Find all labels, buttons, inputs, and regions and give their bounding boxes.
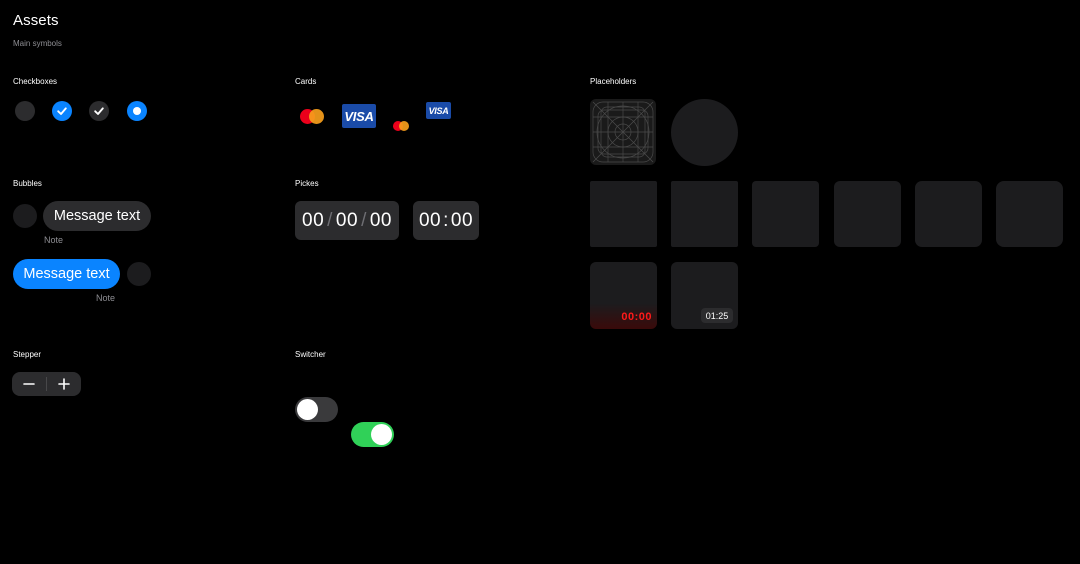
switch-off[interactable] (295, 397, 338, 422)
checkmark-icon (94, 107, 104, 115)
message-bubble-outgoing[interactable]: Message text (13, 259, 120, 289)
avatar-incoming (13, 204, 37, 228)
checkbox-checked-dark[interactable] (89, 101, 109, 121)
message-note-outgoing: Note (96, 293, 116, 303)
checkmark-icon (57, 107, 67, 115)
section-label-cards: Cards (295, 77, 317, 86)
switch-on[interactable] (351, 422, 394, 447)
message-bubble-incoming[interactable]: Message text (43, 201, 151, 231)
checkbox-unchecked[interactable] (15, 101, 35, 121)
time-picker[interactable]: 00 : 00 (413, 201, 479, 240)
video-placeholder: 01:25 (671, 262, 738, 329)
minus-icon (23, 383, 35, 385)
section-label-stepper: Stepper (13, 350, 42, 359)
date-picker-minutes: 00 (335, 209, 359, 231)
app-icon-grid-icon (592, 101, 654, 163)
mastercard-icon-large (300, 109, 324, 124)
section-label-pickers: Pickes (295, 179, 319, 188)
switch-knob (371, 424, 392, 445)
placeholder-square-4 (834, 181, 901, 247)
mastercard-icon-small (393, 121, 409, 131)
stepper (12, 372, 81, 396)
date-picker-hours: 00 (302, 209, 325, 231)
stepper-decrement-button[interactable] (12, 372, 46, 396)
placeholder-square-3 (752, 181, 819, 247)
visa-icon-small: VISA (426, 102, 451, 119)
time-picker-hours: 00 (418, 209, 442, 231)
stepper-increment-button[interactable] (47, 372, 81, 396)
placeholder-square-1 (590, 181, 657, 247)
switch-knob (297, 399, 318, 420)
date-picker-separator: / (327, 209, 333, 231)
time-picker-minutes: 00 (450, 209, 474, 231)
placeholder-square-5 (915, 181, 982, 247)
section-label-checkboxes: Checkboxes (13, 77, 58, 86)
recording-timer: 00:00 (621, 311, 652, 323)
avatar-placeholder-circle (671, 99, 738, 166)
plus-icon (58, 378, 70, 390)
placeholder-square-6 (996, 181, 1063, 247)
avatar-outgoing (127, 262, 151, 286)
radio-dot (133, 107, 141, 115)
page-subtitle: Main symbols (13, 39, 62, 48)
time-picker-separator: : (443, 209, 449, 231)
video-duration-badge: 01:25 (701, 308, 733, 323)
radio-selected[interactable] (127, 101, 147, 121)
image-placeholder-icon (590, 99, 656, 165)
message-note-incoming: Note (44, 235, 64, 245)
date-picker-separator: / (361, 209, 367, 231)
date-picker[interactable]: 00 / 00 / 00 (295, 201, 399, 240)
section-label-placeholders: Placeholders (590, 77, 637, 86)
recording-placeholder: 00:00 (590, 262, 657, 329)
date-picker-seconds: 00 (369, 209, 392, 231)
assets-page: Assets Main symbols Checkboxes Cards Pla… (0, 0, 1080, 564)
page-title: Assets (13, 12, 59, 29)
section-label-bubbles: Bubbles (13, 179, 42, 188)
visa-icon-large: VISA (342, 104, 376, 128)
checkbox-checked-blue[interactable] (52, 101, 72, 121)
placeholder-square-2 (671, 181, 738, 247)
section-label-switcher: Switcher (295, 350, 326, 359)
